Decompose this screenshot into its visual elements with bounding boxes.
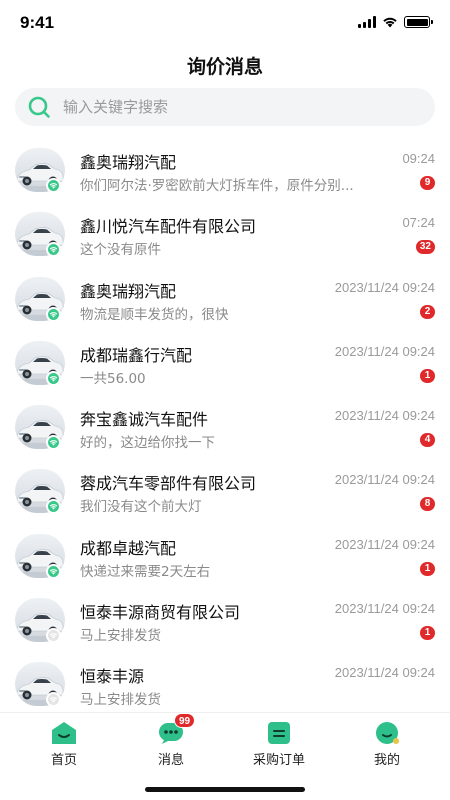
conversation-time: 2023/11/24 09:24 <box>334 408 435 424</box>
conversation-item[interactable]: 奔宝鑫诚汽车配件 2023/11/24 09:24 好的，这边给你找一下 4 <box>0 395 450 459</box>
message-tab-badge: 99 <box>174 713 196 728</box>
unread-badge: 1 <box>420 561 435 576</box>
online-status-icon <box>46 306 61 322</box>
battery-icon <box>404 16 433 28</box>
tab-orders-label: 采购订单 <box>252 753 305 768</box>
conversation-time: 07:24 <box>402 215 435 231</box>
conversation-preview: 好的，这边给你找一下 <box>80 435 215 452</box>
status-time: 9:41 <box>20 13 55 32</box>
conversation-preview: 这个没有原件 <box>80 242 161 259</box>
conversation-list: 鑫奥瑞翔汽配 09:24 你们阿尔法·罗密欧前大灯拆车件，原件分别... 9 鑫川悦汽车… <box>0 138 450 710</box>
unread-badge: 2 <box>420 304 435 319</box>
tab-messages[interactable]: 99 消息 <box>131 713 211 768</box>
profile-icon <box>374 721 400 745</box>
unread-badge: 1 <box>420 626 435 641</box>
conversation-time: 2023/11/24 09:24 <box>334 279 435 295</box>
search-box[interactable] <box>15 88 435 126</box>
conversation-time: 2023/11/24 09:24 <box>334 536 435 552</box>
conversation-name: 奔宝鑫诚汽车配件 <box>80 410 209 430</box>
conversation-time: 2023/11/24 09:24 <box>334 601 435 617</box>
order-icon <box>266 721 292 745</box>
tab-home[interactable]: 首页 <box>24 721 104 768</box>
conversation-name: 鑫川悦汽车配件有限公司 <box>80 217 257 237</box>
conversation-name: 恒泰丰源 <box>80 667 145 687</box>
conversation-item[interactable]: 鑫奥瑞翔汽配 09:24 你们阿尔法·罗密欧前大灯拆车件，原件分别... 9 <box>0 138 450 202</box>
conversation-name: 成都卓越汽配 <box>80 538 177 558</box>
tab-home-label: 首页 <box>50 753 77 768</box>
unread-badge: 1 <box>420 368 435 383</box>
online-status-icon <box>46 370 61 386</box>
online-status-icon <box>46 178 61 193</box>
search-input[interactable] <box>63 98 393 116</box>
status-icons <box>358 16 433 28</box>
online-status-icon <box>46 563 61 579</box>
conversation-time: 2023/11/24 09:24 <box>334 472 435 488</box>
conversation-item[interactable]: 恒泰丰源商贸有限公司 2023/11/24 09:24 马上安排发货 1 <box>0 588 450 652</box>
home-indicator <box>145 787 305 792</box>
tab-messages-label: 消息 <box>157 753 184 768</box>
signal-icon <box>358 16 376 28</box>
conversation-item[interactable]: 蓉成汽车零部件有限公司 2023/11/24 09:24 我们没有这个前大灯 8 <box>0 459 450 523</box>
unread-badge: 32 <box>415 240 435 255</box>
conversation-name: 鑫奥瑞翔汽配 <box>80 153 177 172</box>
conversation-time: 2023/11/24 09:24 <box>334 665 435 681</box>
unread-badge: 4 <box>420 433 435 448</box>
conversation-preview: 物流是顺丰发货的，很快 <box>80 306 229 323</box>
conversation-item[interactable]: 鑫奥瑞翔汽配 2023/11/24 09:24 物流是顺丰发货的，很快 2 <box>0 267 450 331</box>
wifi-icon <box>382 16 398 28</box>
message-icon: 99 <box>158 713 196 745</box>
conversation-preview: 一共56.00 <box>80 370 146 387</box>
conversation-item[interactable]: 成都卓越汽配 2023/11/24 09:24 快递过来需要2天左右 1 <box>0 524 450 588</box>
unread-badge: 8 <box>420 497 435 512</box>
conversation-preview: 你们阿尔法·罗密欧前大灯拆车件，原件分别... <box>80 178 354 194</box>
conversation-preview: 我们没有这个前大灯 <box>80 499 202 516</box>
tab-profile-label: 我的 <box>373 753 400 768</box>
offline-status-icon <box>46 628 61 644</box>
conversation-item[interactable]: 成都瑞鑫行汽配 2023/11/24 09:24 一共56.00 1 <box>0 331 450 395</box>
conversation-name: 鑫奥瑞翔汽配 <box>80 281 177 301</box>
page-title: 询价消息 <box>186 56 263 78</box>
tab-profile[interactable]: 我的 <box>347 721 427 768</box>
conversation-name: 成都瑞鑫行汽配 <box>80 345 193 365</box>
status-bar: 9:41 <box>0 0 450 48</box>
conversation-time: 09:24 <box>402 151 435 166</box>
conversation-name: 恒泰丰源商贸有限公司 <box>80 603 241 623</box>
search-icon <box>28 96 50 118</box>
conversation-name: 蓉成汽车零部件有限公司 <box>80 474 257 494</box>
conversation-preview: 快递过来需要2天左右 <box>80 563 211 580</box>
conversation-time: 2023/11/24 09:24 <box>334 343 435 359</box>
tab-orders[interactable]: 采购订单 <box>239 721 319 768</box>
conversation-preview: 马上安排发货 <box>80 628 161 645</box>
conversation-item[interactable]: 鑫川悦汽车配件有限公司 07:24 这个没有原件 32 <box>0 202 450 266</box>
conversation-preview: 马上安排发货 <box>80 692 161 709</box>
unread-badge: 9 <box>420 176 435 190</box>
home-icon <box>51 721 77 745</box>
conversation-item[interactable]: 恒泰丰源 2023/11/24 09:24 马上安排发货 <box>0 652 450 710</box>
